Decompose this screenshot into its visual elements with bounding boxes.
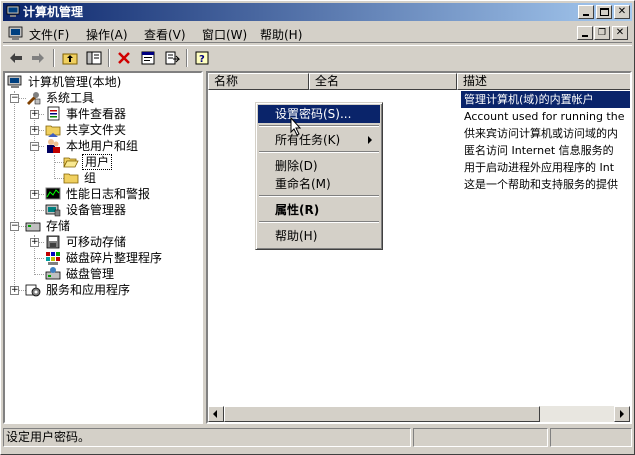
tree-item-storage[interactable]: 存储 — [25, 218, 72, 234]
help-button[interactable]: ? — [191, 48, 213, 68]
menu-bar: 文件(F) 操作(A) 查看(V) 窗口(W) 帮助(H) ❐ ✕ — [3, 23, 632, 43]
menu-item-delete[interactable]: 删除(D) — [258, 157, 380, 175]
user-description: 供来宾访问计算机或访问域的内 — [464, 127, 618, 140]
menu-help[interactable]: 帮助(H) — [260, 26, 302, 43]
shared-folder-icon — [45, 125, 61, 137]
user-description: Account used for running the — [464, 110, 625, 123]
removable-storage-icon — [46, 235, 60, 249]
export-list-icon — [165, 51, 180, 65]
console-tree-icon — [86, 51, 102, 65]
expand-toggle[interactable]: + — [30, 190, 39, 199]
menu-action[interactable]: 操作(A) — [86, 26, 128, 43]
computer-icon — [7, 75, 22, 88]
tree-item-disk-defragmenter[interactable]: 磁盘碎片整理程序 — [45, 250, 164, 266]
users-icon — [47, 139, 60, 153]
folder-up-icon — [62, 53, 78, 65]
computer-management-window: 计算机管理 ✕ 文件(F) 操作(A) 查看(V) 窗口(W) 帮助(H) ❐ … — [0, 0, 635, 455]
context-menu: 设置密码(S)... 所有任务(K) 删除(D) 重命名(M) 属性(R) 帮助… — [255, 102, 383, 250]
properties-button[interactable] — [137, 48, 159, 68]
column-header-fullname[interactable]: 全名 — [309, 73, 457, 90]
menu-item-properties[interactable]: 属性(R) — [258, 201, 380, 219]
tree-item-users[interactable]: 用户 — [63, 154, 113, 170]
back-arrow-icon — [10, 53, 22, 63]
mouse-cursor-icon — [290, 117, 302, 136]
collapse-toggle[interactable]: − — [30, 142, 39, 151]
status-bar: 设定用户密码。 — [3, 428, 632, 448]
mdi-close-button[interactable]: ✕ — [612, 26, 628, 40]
disk-management-icon — [45, 267, 61, 280]
folder-icon — [63, 173, 79, 184]
properties-icon — [141, 51, 155, 65]
menu-item-rename[interactable]: 重命名(M) — [258, 175, 380, 193]
defrag-icon — [46, 252, 60, 265]
scroll-thumb[interactable] — [224, 406, 540, 422]
tree-item-device-manager[interactable]: 设备管理器 — [45, 202, 128, 218]
tree-item-removable-storage[interactable]: 可移动存储 — [45, 234, 128, 250]
menu-item-all-tasks[interactable]: 所有任务(K) — [258, 131, 380, 149]
menu-item-set-password[interactable]: 设置密码(S)... — [258, 105, 380, 123]
toolbar: ? — [3, 45, 632, 69]
tree-item-root[interactable]: 计算机管理(本地) — [7, 74, 123, 90]
title-bar[interactable]: 计算机管理 ✕ — [3, 3, 632, 21]
tree-item-services-applications[interactable]: 服务和应用程序 — [25, 282, 132, 298]
minimize-button[interactable] — [578, 5, 594, 19]
help-icon: ? — [195, 51, 209, 65]
event-viewer-icon — [47, 106, 60, 121]
forward-arrow-icon — [32, 53, 44, 63]
up-level-button[interactable] — [59, 48, 81, 68]
submenu-arrow-icon — [368, 136, 372, 144]
tree-item-event-viewer[interactable]: 事件查看器 — [45, 106, 128, 122]
status-pane-3 — [550, 428, 632, 447]
performance-icon — [45, 187, 61, 200]
back-button[interactable] — [5, 48, 27, 68]
menu-window[interactable]: 窗口(W) — [202, 26, 247, 43]
tools-icon — [27, 92, 41, 105]
tree-item-local-users-groups[interactable]: 本地用户和组 — [45, 138, 140, 154]
user-description: 用于启动进程外应用程序的 Int — [464, 161, 615, 174]
tree-item-performance-logs[interactable]: 性能日志和警报 — [45, 186, 152, 202]
collapse-toggle[interactable]: − — [10, 222, 19, 231]
expand-toggle[interactable]: + — [30, 126, 39, 135]
expand-toggle[interactable]: + — [30, 110, 39, 119]
console-tree[interactable]: 计算机管理(本地) − 系统工具 + 事件查看器 + 共享文件夹 − 本地用户和… — [3, 71, 203, 424]
close-button[interactable]: ✕ — [614, 5, 630, 19]
device-manager-icon — [45, 204, 61, 217]
show-hide-tree-button[interactable] — [83, 48, 105, 68]
horizontal-scrollbar[interactable] — [208, 406, 630, 422]
scroll-left-button[interactable] — [208, 406, 224, 422]
user-description: 匿名访问 Internet 信息服务的 — [464, 144, 614, 157]
status-pane-2 — [413, 428, 548, 447]
column-header-name[interactable]: 名称 — [208, 73, 309, 90]
services-icon — [25, 284, 41, 297]
computer-management-icon — [6, 5, 20, 17]
export-list-button[interactable] — [161, 48, 183, 68]
expand-toggle[interactable]: + — [30, 238, 39, 247]
scroll-right-button[interactable] — [614, 406, 630, 422]
delete-button[interactable] — [113, 48, 135, 68]
expand-toggle[interactable]: + — [10, 286, 19, 295]
console-icon — [8, 26, 23, 40]
maximize-button[interactable] — [596, 5, 612, 19]
mdi-minimize-button[interactable] — [577, 26, 593, 40]
mdi-restore-button[interactable]: ❐ — [594, 26, 610, 40]
tree-item-system-tools[interactable]: 系统工具 — [25, 90, 96, 106]
delete-x-icon — [118, 52, 130, 64]
tree-item-groups[interactable]: 组 — [63, 170, 98, 186]
status-text: 设定用户密码。 — [3, 428, 411, 447]
expand-toggle[interactable]: − — [10, 94, 19, 103]
column-header-description[interactable]: 描述 — [457, 73, 630, 90]
tree-item-shared-folders[interactable]: 共享文件夹 — [45, 122, 128, 138]
user-description: 这是一个帮助和支持服务的提供 — [464, 178, 618, 191]
svg-text:?: ? — [199, 54, 205, 65]
window-title: 计算机管理 — [23, 5, 84, 19]
menu-view[interactable]: 查看(V) — [144, 26, 186, 43]
menu-item-help[interactable]: 帮助(H) — [258, 227, 380, 245]
tree-item-disk-management[interactable]: 磁盘管理 — [45, 266, 116, 282]
open-folder-icon — [63, 157, 79, 168]
forward-button[interactable] — [27, 48, 49, 68]
user-description: 管理计算机(域)的内置帐户 — [461, 91, 630, 108]
storage-icon — [25, 222, 41, 232]
menu-file[interactable]: 文件(F) — [29, 26, 69, 43]
